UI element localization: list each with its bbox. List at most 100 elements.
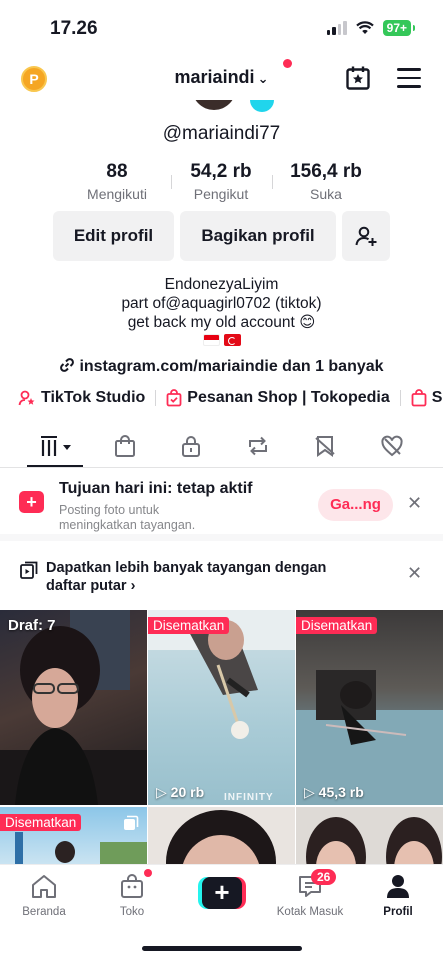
playlist-banner-label: Dapatkan lebih banyak tayangan dengan da… [46,560,327,594]
tab-shop[interactable] [113,434,137,458]
close-icon[interactable]: ✕ [407,563,422,584]
thumbnail-image [296,670,443,805]
thumbnail-image [166,810,276,867]
notification-dot [283,59,292,68]
content-tabs [0,428,443,468]
stat-label: Pengikut [193,186,249,202]
profile-link[interactable]: instagram.com/mariaindie dan 1 banyak [0,357,443,376]
menu-icon[interactable] [397,68,421,94]
stat-followers[interactable]: 54,2 rb Pengikut [161,161,281,202]
view-count-text: 45,3 rb [318,784,364,800]
status-bar: 17.26 97+ [0,0,443,58]
nav-label: Kotak Masuk [276,906,344,918]
divider [155,390,157,406]
tab-liked[interactable] [380,434,404,458]
daily-goal-card: + Tujuan hari ini: tetap aktif Posting f… [0,469,443,541]
lock-icon [182,436,200,457]
video-tile[interactable] [148,807,295,867]
stat-following[interactable]: 88 Mengikuti [57,161,177,202]
close-icon[interactable]: ✕ [407,493,422,514]
tab-reposts[interactable] [246,434,270,458]
stat-value: 156,4 rb [290,161,362,182]
chevron-down-icon: ⌄ [257,71,269,86]
plus-icon: + [19,491,44,513]
indonesia-flag-icon [202,334,220,346]
divider [399,390,401,406]
signal-icon [326,21,347,35]
stat-label: Suka [310,186,342,202]
tiktok-studio-shortcut[interactable]: TikTok Studio [18,389,145,407]
stat-value: 54,2 rb [190,161,252,182]
video-tile[interactable]: Disematkan ▷ 45,3 rb [296,610,443,805]
draft-tile[interactable]: Draf: 7 [0,610,147,805]
video-tile[interactable]: Disematkan [0,807,147,867]
bookmark-hidden-icon [315,436,335,457]
nav-label: Profil [383,906,413,918]
shopping-bag-icon [121,874,143,898]
wifi-icon [355,21,374,34]
shortcut-label: Sh [431,389,443,406]
nav-home[interactable]: Beranda [4,873,84,918]
nav-profile[interactable]: Profil [358,873,438,918]
playlist-icon [20,561,38,579]
bio-line: get back my old account 😊 [127,314,316,331]
shortcut-label: TikTok Studio [41,389,146,406]
tab-private[interactable] [179,434,203,458]
plus-icon: + [202,877,242,909]
playlist-banner[interactable]: Dapatkan lebih banyak tayangan dengan da… [0,548,443,610]
share-profile-button[interactable]: Bagikan profil [180,211,336,261]
status-icons: 97+ [326,20,416,36]
account-switcher[interactable]: mariaindi ⌄ [0,67,443,88]
edit-profile-button[interactable]: Edit profil [53,211,174,261]
goal-action-button[interactable]: Ga...ng [318,489,393,521]
play-icon: ▷ [156,784,167,800]
tab-saved[interactable] [313,434,337,458]
add-friend-button[interactable] [342,211,390,261]
view-count: ▷ 20 rb [156,784,204,801]
active-tab-indicator [27,465,83,467]
goal-title: Tujuan hari ini: tetap aktif [59,480,253,497]
nav-inbox[interactable]: Kotak Masuk [270,873,350,918]
thumbnail-image [0,610,147,805]
nav-label: Beranda [22,906,66,918]
shop-orders-shortcut[interactable]: Pesanan Shop | Tokopedia [166,389,390,407]
create-button[interactable]: + [198,877,246,909]
profile-handle: @mariaindi77 [162,123,281,144]
stat-label: Mengikuti [87,186,147,202]
thumbnail-image [306,817,442,867]
calendar-star-icon[interactable] [345,65,371,91]
bio-line: part of@aquagirl0702 (tiktok) [121,295,322,312]
view-count-text: 20 rb [170,784,205,800]
tab-videos[interactable] [38,434,74,458]
studio-star-icon [18,390,35,406]
video-tile[interactable]: Disematkan ▷ 20 rb INFINITY [148,610,295,805]
profile-topbar: P mariaindi ⌄ [0,58,443,100]
avatar[interactable] [192,100,236,110]
turkey-flag-icon [223,334,241,346]
repost-icon [249,436,267,456]
shop-shortcut[interactable]: Sh [411,389,443,407]
shopping-bag-icon [411,389,427,407]
status-time: 17.26 [50,18,98,39]
video-tile[interactable] [296,807,443,867]
battery-indicator: 97+ [382,20,416,36]
profile-bio: EndonezyaLiyim part of@aquagirl0702 (tik… [0,275,443,351]
shortcut-label: Pesanan Shop | Tokopedia [187,389,390,406]
stat-likes[interactable]: 156,4 rb Suka [266,161,386,202]
pinned-label: Disematkan [296,617,378,634]
draft-label: Draf: 7 [8,617,56,634]
play-icon: ▷ [304,784,315,800]
playlist-banner-text: Dapatkan lebih banyak tayangan dengan da… [46,559,346,595]
nav-label: Toko [119,906,145,918]
add-avatar-icon[interactable] [250,100,274,112]
header-username: mariaindi [174,67,255,87]
bio-flags [202,334,241,346]
nav-shop[interactable]: Toko [92,873,172,918]
link-text: instagram.com/mariaindie dan 1 banyak [79,358,384,375]
shortcut-row: TikTok Studio Pesanan Shop | Tokopedia S… [18,389,443,407]
profile-stats: 88 Mengikuti 54,2 rb Pengikut 156,4 rb S… [0,161,443,205]
heart-hidden-icon [381,435,403,457]
chevron-right-icon: › [130,578,136,594]
pinned-label: Disematkan [148,617,230,634]
view-count: ▷ 45,3 rb [304,784,364,801]
